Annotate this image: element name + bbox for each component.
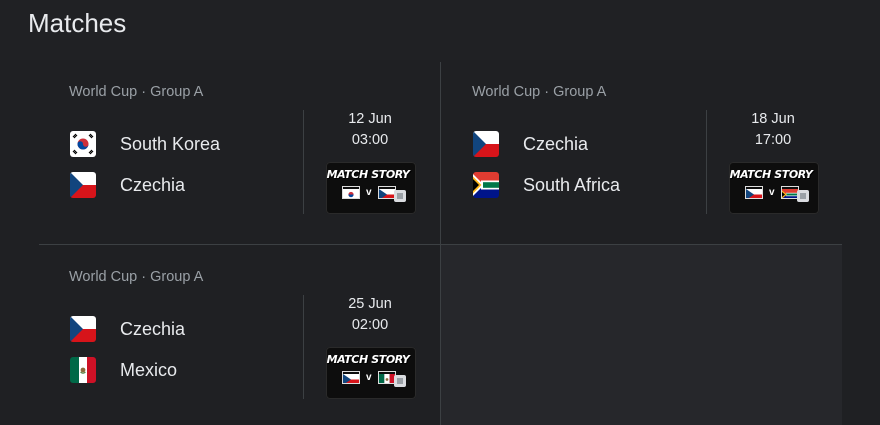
match-story-thumbnail[interactable]: MATCH STORY v	[729, 162, 819, 214]
south-korea-flag-icon	[342, 186, 360, 199]
competition-label: World Cup · Group A	[69, 84, 204, 100]
match-date: 25 Jun	[348, 296, 392, 312]
czechia-flag-icon	[342, 371, 360, 384]
mexico-flag-icon	[377, 371, 396, 384]
match-story-thumbnail[interactable]: MATCH STORY v	[326, 347, 416, 399]
match-date: 12 Jun	[348, 111, 392, 127]
team-name: Czechia	[120, 318, 186, 339]
match-story-label: MATCH STORY	[729, 168, 813, 181]
page-title: Matches	[28, 8, 127, 38]
away-team: South Africa	[473, 171, 620, 199]
czechia-flag-icon	[70, 172, 96, 198]
story-versus: v	[769, 187, 775, 198]
home-team: South Korea	[70, 130, 220, 158]
south-africa-flag-icon	[473, 172, 499, 198]
card-divider	[303, 295, 304, 399]
czechia-flag-icon	[377, 186, 396, 199]
story-flags: v	[745, 186, 799, 199]
competition-label: World Cup · Group A	[69, 269, 204, 285]
match-card[interactable]: World Cup · Group A Czechia Mexico 25 Ju…	[39, 247, 439, 422]
stories-icon	[394, 190, 406, 202]
match-card[interactable]: World Cup · Group A South Korea Czechia …	[39, 62, 439, 237]
mexico-flag-icon	[70, 357, 96, 383]
home-team: Czechia	[473, 130, 588, 158]
match-time: 03:00	[351, 132, 389, 148]
team-name: Czechia	[120, 174, 186, 195]
away-team: Czechia	[70, 171, 185, 199]
away-team: Mexico	[70, 356, 177, 384]
team-name: South Africa	[523, 174, 621, 195]
team-name: South Korea	[120, 133, 221, 154]
match-time: 02:00	[351, 317, 389, 333]
stories-icon	[394, 375, 406, 387]
team-name: Czechia	[523, 133, 589, 154]
story-versus: v	[366, 187, 372, 198]
story-flags: v	[342, 371, 396, 384]
story-versus: v	[366, 372, 372, 383]
story-flags: v	[342, 186, 396, 199]
south-africa-flag-icon	[780, 186, 799, 199]
czechia-flag-icon	[745, 186, 763, 199]
grid-horizontal-divider	[39, 244, 842, 245]
match-card[interactable]: World Cup · Group A Czechia South Africa…	[442, 62, 842, 237]
match-date: 18 Jun	[751, 111, 795, 127]
card-divider	[706, 110, 707, 214]
stories-icon	[797, 190, 809, 202]
czechia-flag-icon	[70, 316, 96, 342]
team-name: Mexico	[120, 359, 178, 380]
competition-label: World Cup · Group A	[472, 84, 607, 100]
match-story-thumbnail[interactable]: MATCH STORY v	[326, 162, 416, 214]
match-story-label: MATCH STORY	[326, 353, 410, 366]
match-time: 17:00	[754, 132, 792, 148]
czechia-flag-icon	[473, 131, 499, 157]
match-story-label: MATCH STORY	[326, 168, 410, 181]
home-team: Czechia	[70, 315, 185, 343]
empty-grid-cell	[441, 245, 842, 425]
south-korea-flag-icon	[70, 131, 96, 157]
card-divider	[303, 110, 304, 214]
